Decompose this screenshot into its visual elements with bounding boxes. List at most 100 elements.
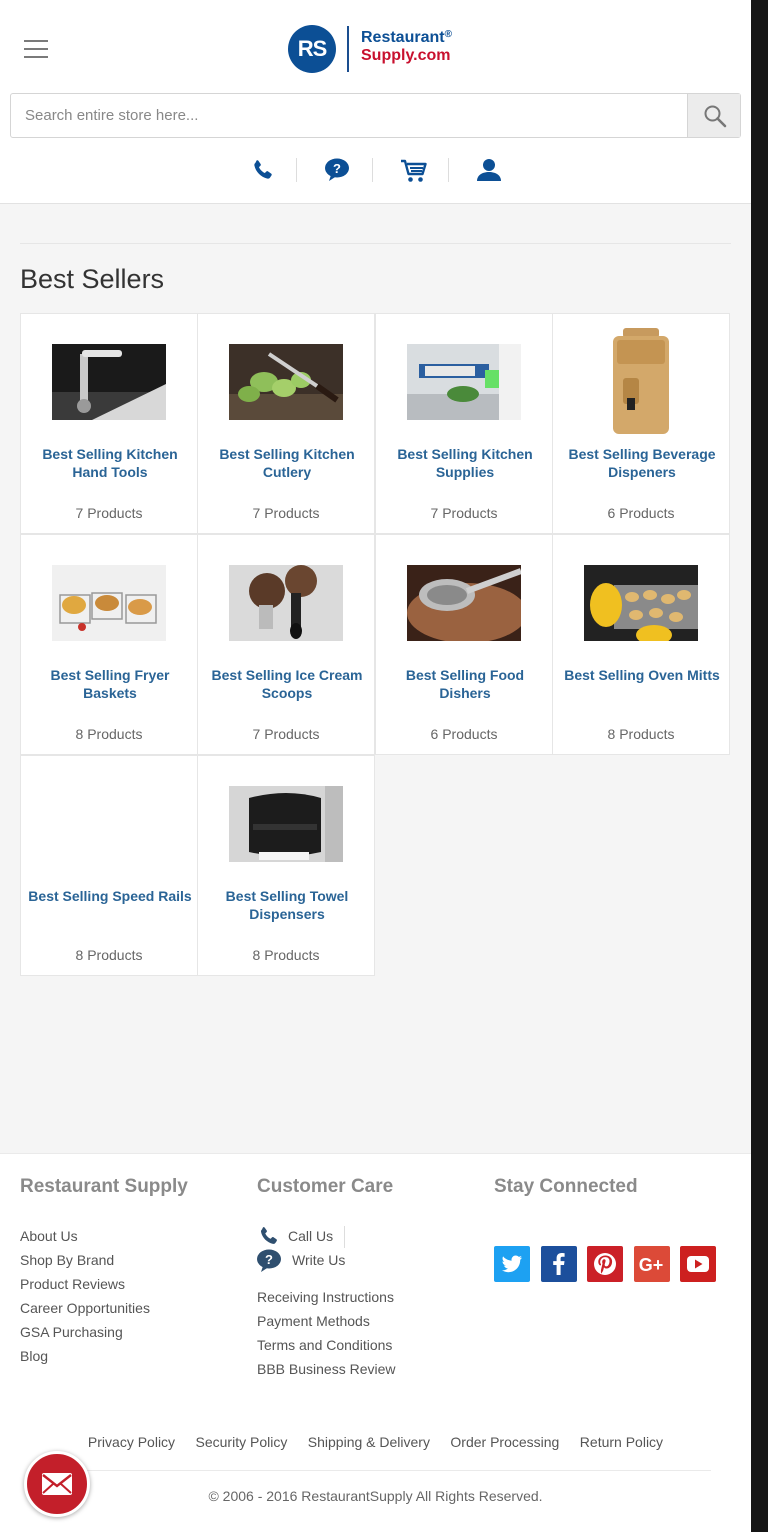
product-count: 7 Products xyxy=(252,505,320,521)
category-image xyxy=(605,326,677,438)
product-count: 7 Products xyxy=(430,505,498,521)
search-icon xyxy=(704,105,727,128)
account-button[interactable] xyxy=(450,150,526,190)
product-count: 8 Products xyxy=(75,726,143,742)
category-image xyxy=(407,565,521,641)
social-links: G+ xyxy=(494,1224,734,1282)
footer-col-stay-connected: Stay Connected G+ xyxy=(494,1176,716,1282)
scrollbar[interactable] xyxy=(751,0,768,1532)
category-image xyxy=(407,344,521,420)
help-button[interactable]: ? xyxy=(298,150,374,190)
footer-heading: Stay Connected xyxy=(494,1176,638,1197)
product-count: 6 Products xyxy=(607,505,675,521)
category-title[interactable]: Best Selling Fryer Baskets xyxy=(27,666,193,702)
category-image xyxy=(229,344,343,420)
footer-link-terms-and-conditions[interactable]: Terms and Conditions xyxy=(257,1333,477,1357)
search-input[interactable] xyxy=(11,94,687,137)
product-count: 6 Products xyxy=(430,726,498,742)
call-us-link[interactable]: Call Us xyxy=(257,1224,477,1248)
privacy-policy-link[interactable]: Privacy Policy xyxy=(88,1434,175,1450)
twitter-icon xyxy=(494,1246,530,1282)
category-card[interactable]: Best Selling Towel Dispensers 8 Products xyxy=(197,755,375,976)
category-title[interactable]: Best Selling Kitchen Hand Tools xyxy=(27,445,193,481)
write-us-link[interactable]: ? Write Us xyxy=(257,1248,477,1272)
footer-link-blog[interactable]: Blog xyxy=(20,1344,240,1368)
category-card[interactable]: Best Selling Kitchen Supplies 7 Products xyxy=(375,313,553,534)
category-title[interactable]: Best Selling Beverage Dispeners xyxy=(559,445,725,481)
site-logo[interactable]: RS Restaurant® Supply.com xyxy=(288,24,468,74)
footer-link-shop-by-brand[interactable]: Shop By Brand xyxy=(20,1248,240,1272)
footer-heading: Customer Care xyxy=(257,1176,394,1197)
cart-button[interactable] xyxy=(374,150,450,190)
category-image xyxy=(52,565,166,641)
youtube-icon xyxy=(680,1246,716,1282)
google-plus-button[interactable]: G+ xyxy=(634,1246,670,1282)
footer-link-receiving-instructions[interactable]: Receiving Instructions xyxy=(257,1285,477,1309)
facebook-button[interactable] xyxy=(541,1246,577,1282)
page-title: Best Sellers xyxy=(20,264,165,294)
call-us-label[interactable]: Call Us xyxy=(288,1224,333,1248)
logo-line1: Restaurant xyxy=(361,29,445,46)
mail-icon xyxy=(42,1473,72,1495)
shipping-delivery-link[interactable]: Shipping & Delivery xyxy=(308,1434,430,1450)
footer-link-bbb-business-review[interactable]: BBB Business Review xyxy=(257,1357,477,1381)
pinterest-button[interactable] xyxy=(587,1246,623,1282)
contact-mail-button[interactable] xyxy=(24,1451,90,1517)
order-processing-link[interactable]: Order Processing xyxy=(450,1434,559,1450)
site-footer: Restaurant Supply About Us Shop By Brand… xyxy=(0,1153,751,1532)
category-title[interactable]: Best Selling Towel Dispensers xyxy=(204,887,370,923)
youtube-button[interactable] xyxy=(680,1246,716,1282)
product-count: 8 Products xyxy=(252,947,320,963)
product-count: 8 Products xyxy=(75,947,143,963)
category-title[interactable]: Best Selling Ice Cream Scoops xyxy=(204,666,370,702)
cart-icon xyxy=(401,159,427,182)
category-grid: Best Selling Kitchen Hand Tools 7 Produc… xyxy=(20,313,731,977)
footer-link-gsa-purchasing[interactable]: GSA Purchasing xyxy=(20,1320,240,1344)
category-card[interactable]: Best Selling Beverage Dispeners 6 Produc… xyxy=(552,313,730,534)
product-count: 8 Products xyxy=(607,726,675,742)
footer-col-customer-care: Customer Care Call Us ? Write Us Receivi… xyxy=(257,1176,396,1377)
twitter-button[interactable] xyxy=(494,1246,530,1282)
footer-link-payment-methods[interactable]: Payment Methods xyxy=(257,1309,477,1333)
category-title[interactable]: Best Selling Kitchen Supplies xyxy=(382,445,548,481)
help-icon: ? xyxy=(257,1249,281,1272)
search-bar xyxy=(10,93,741,138)
pinterest-icon xyxy=(587,1246,623,1282)
product-count: 7 Products xyxy=(252,726,320,742)
google-plus-icon: G+ xyxy=(634,1246,670,1282)
svg-text:?: ? xyxy=(333,161,341,176)
category-image xyxy=(584,565,698,641)
site-header: RS Restaurant® Supply.com ? xyxy=(0,0,751,204)
logo-mark: RS xyxy=(288,25,336,73)
call-button[interactable] xyxy=(224,150,300,190)
category-title[interactable]: Best Selling Oven Mitts xyxy=(559,666,725,684)
category-card[interactable]: Best Selling Kitchen Hand Tools 7 Produc… xyxy=(20,313,198,534)
category-card[interactable]: Best Selling Fryer Baskets 8 Products xyxy=(20,534,198,755)
category-card[interactable]: Best Selling Oven Mitts 8 Products xyxy=(552,534,730,755)
category-title[interactable]: Best Selling Kitchen Cutlery xyxy=(204,445,370,481)
phone-icon xyxy=(260,1227,277,1244)
policy-links: Privacy Policy Security Policy Shipping … xyxy=(0,1434,751,1456)
category-title[interactable]: Best Selling Food Dishers xyxy=(382,666,548,702)
footer-heading: Restaurant Supply xyxy=(20,1176,188,1197)
account-icon xyxy=(477,159,501,181)
category-card[interactable]: Best Selling Ice Cream Scoops 7 Products xyxy=(197,534,375,755)
logo-registered: ® xyxy=(444,29,452,40)
footer-link-product-reviews[interactable]: Product Reviews xyxy=(20,1272,240,1296)
return-policy-link[interactable]: Return Policy xyxy=(580,1434,663,1450)
product-count: 7 Products xyxy=(75,505,143,521)
category-card[interactable]: Best Selling Food Dishers 6 Products xyxy=(375,534,553,755)
page: RS Restaurant® Supply.com ? xyxy=(0,0,751,1532)
logo-line2: Supply.com xyxy=(361,47,451,64)
footer-link-about-us[interactable]: About Us xyxy=(20,1224,240,1248)
menu-icon[interactable] xyxy=(24,38,48,60)
category-card[interactable]: Best Selling Kitchen Cutlery 7 Products xyxy=(197,313,375,534)
security-policy-link[interactable]: Security Policy xyxy=(196,1434,288,1450)
category-card[interactable]: Best Selling Speed Rails 8 Products xyxy=(20,755,198,976)
write-us-label[interactable]: Write Us xyxy=(292,1248,345,1272)
footer-link-career-opportunities[interactable]: Career Opportunities xyxy=(20,1296,240,1320)
search-button[interactable] xyxy=(687,94,740,137)
category-title[interactable]: Best Selling Speed Rails xyxy=(27,887,193,905)
phone-icon xyxy=(254,160,272,179)
category-image xyxy=(229,565,343,641)
